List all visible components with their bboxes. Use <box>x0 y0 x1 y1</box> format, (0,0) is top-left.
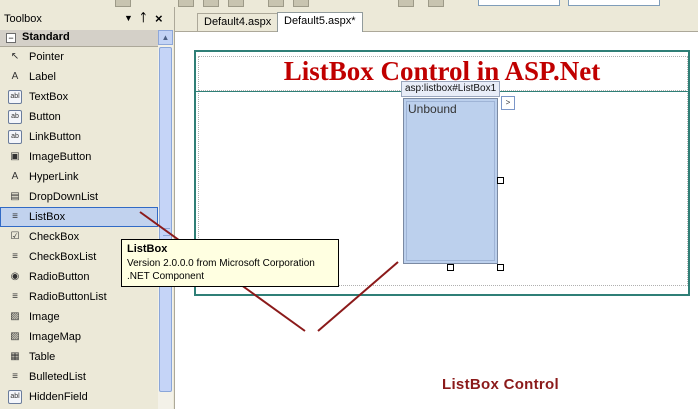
tooltip-version: Version 2.0.0.0 from Microsoft Corporati… <box>127 258 315 269</box>
annotation-lines <box>139 211 399 332</box>
tooltip: ListBox Version 2.0.0.0 from Microsoft C… <box>121 239 339 287</box>
tooltip-title: ListBox <box>127 243 168 255</box>
tooltip-component: .NET Component <box>127 271 205 282</box>
